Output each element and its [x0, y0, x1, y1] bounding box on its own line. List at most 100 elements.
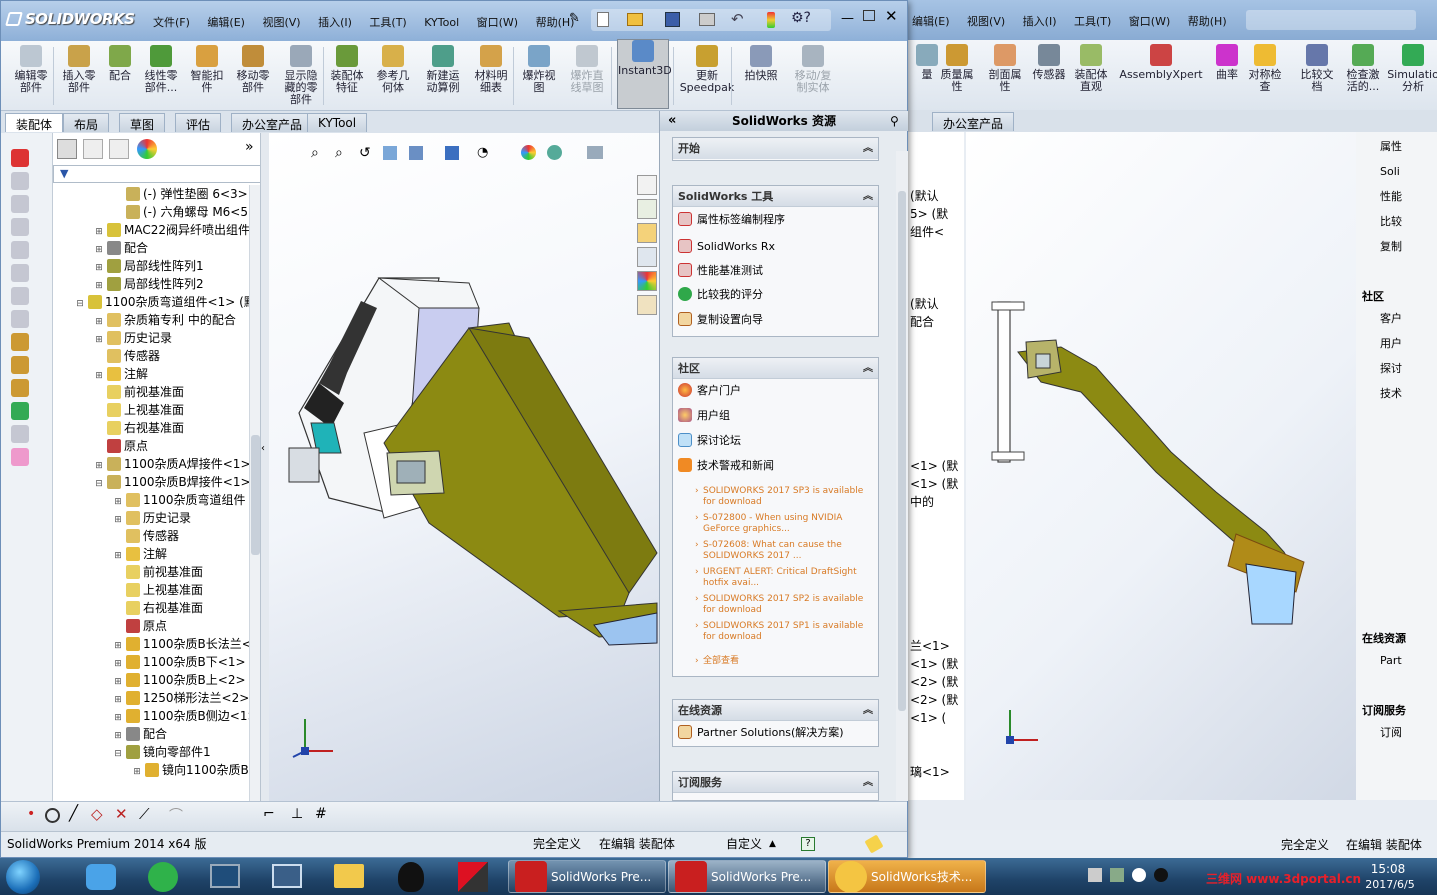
ribbon-button-3[interactable]: 线性零 部件...: [139, 45, 183, 107]
tree-node[interactable]: ⊞ 1100杂质B长法兰<1:: [113, 635, 260, 653]
tree-node[interactable]: ⊞ 注解: [113, 545, 167, 563]
tool-item-compare[interactable]: 比较我的评分: [678, 286, 763, 304]
view-tool-icon[interactable]: [11, 333, 29, 351]
back-tp-item[interactable]: 客户: [1380, 310, 1402, 328]
network-icon[interactable]: [1110, 868, 1124, 882]
view-tool-icon[interactable]: [11, 287, 29, 305]
view-tool-icon[interactable]: [11, 149, 29, 167]
back-tree-node[interactable]: 配合: [910, 313, 934, 331]
maximize-icon[interactable]: [863, 10, 875, 21]
section-start[interactable]: 开始 ︽: [672, 137, 879, 161]
tree-node[interactable]: 传感器: [113, 527, 179, 545]
new-document-icon[interactable]: [597, 12, 609, 27]
custom-properties-icon[interactable]: [637, 295, 657, 315]
back-tp-item[interactable]: 比较: [1380, 213, 1402, 231]
ribbon-button-11[interactable]: 爆炸视 图: [519, 45, 559, 107]
back-ribbon-button[interactable]: 曲率: [1206, 44, 1248, 106]
task-pane-scrollbar[interactable]: [896, 151, 908, 801]
tool-item-rx[interactable]: SolidWorks Rx: [678, 238, 775, 256]
back-ribbon-button[interactable]: AssemblyXpert: [1118, 44, 1204, 106]
tool-item-copy-settings[interactable]: 复制设置向导: [678, 311, 763, 329]
print-icon[interactable]: [699, 13, 715, 26]
view-tool-icon[interactable]: [11, 241, 29, 259]
tree-expand-toggle[interactable]: ⊟: [75, 295, 85, 313]
help-icon[interactable]: ?: [801, 837, 815, 851]
tree-node[interactable]: 原点: [94, 437, 148, 455]
view-tool-icon[interactable]: [11, 195, 29, 213]
collapse-pane-icon[interactable]: «: [668, 111, 676, 131]
news-link[interactable]: SOLIDWORKS 2017 SP3 is available for dow…: [695, 486, 875, 508]
tab-kytool[interactable]: KYTool: [307, 113, 368, 132]
point-icon[interactable]: •: [27, 806, 35, 822]
back-tree-node[interactable]: <1> (: [910, 709, 946, 727]
property-manager-tab-icon[interactable]: [83, 139, 103, 159]
news-link[interactable]: SOLIDWORKS 2017 SP1 is available for dow…: [695, 621, 875, 643]
polygon-icon[interactable]: ◇: [91, 805, 103, 823]
tree-filter-box[interactable]: ▼: [53, 165, 260, 183]
tree-node[interactable]: ⊞ 1100杂质B侧边<1> (: [113, 707, 260, 725]
tree-node[interactable]: 前视基准面: [113, 563, 203, 581]
tree-node[interactable]: ⊞ 局部线性阵列1: [94, 257, 204, 275]
back-ribbon-button[interactable]: 装配体 直观: [1070, 44, 1112, 106]
menu-file[interactable]: 文件(F): [153, 14, 190, 30]
tree-node[interactable]: 前视基准面: [94, 383, 184, 401]
back-ribbon-button[interactable]: 比较文 档: [1296, 44, 1338, 106]
back-ribbon-button[interactable]: 质量属 性: [936, 44, 978, 106]
back-menu-item[interactable]: 工具(T): [1074, 13, 1111, 29]
tree-node[interactable]: 上视基准面: [94, 401, 184, 419]
ribbon-button-13[interactable]: Instant3D: [617, 39, 672, 109]
back-tree-node[interactable]: <1> (默: [910, 457, 958, 475]
collapse-chevron-icon[interactable]: ︽: [863, 358, 873, 379]
view-tool-icon[interactable]: [11, 264, 29, 282]
tree-node[interactable]: ⊞ 镜向1100杂质B侧: [132, 761, 260, 781]
autocad-icon[interactable]: [458, 862, 488, 892]
browser-icon[interactable]: [148, 862, 178, 892]
tree-node[interactable]: ⊞ 杂质箱专利 中的配合: [94, 311, 236, 329]
task-pane-scroll-thumb[interactable]: [898, 191, 906, 711]
back-tp-item[interactable]: Soli: [1380, 163, 1400, 181]
collapse-chevron-icon[interactable]: ︽: [863, 186, 873, 207]
back-ribbon-button[interactable]: Simulatio 分析: [1384, 44, 1437, 106]
back-ribbon-button[interactable]: 检查激 活的...: [1342, 44, 1384, 106]
save-icon[interactable]: [665, 12, 680, 27]
tool-item-property-tab[interactable]: 属性标签编制程序: [678, 211, 785, 229]
collapse-chevron-icon[interactable]: ︽: [863, 700, 873, 721]
tree-expand-toggle[interactable]: ⊟: [113, 745, 123, 763]
tree-expand-toggle[interactable]: ⊞: [132, 763, 142, 781]
tree-node[interactable]: ⊞ 1250梯形法兰<2> (默: [113, 689, 260, 707]
pin-pane-icon[interactable]: ⚲: [890, 111, 899, 131]
menu-kytool[interactable]: KYTool: [424, 16, 459, 29]
status-units[interactable]: 自定义: [726, 832, 762, 856]
back-tp-item[interactable]: 复制: [1380, 238, 1402, 256]
news-link[interactable]: SOLIDWORKS 2017 SP2 is available for dow…: [695, 594, 875, 616]
trim-icon[interactable]: ✕: [115, 805, 128, 823]
back-tp-item[interactable]: 探讨: [1380, 360, 1402, 378]
back-menu-item[interactable]: 插入(I): [1023, 13, 1057, 29]
rebuild-icon[interactable]: [767, 12, 775, 28]
pin-icon[interactable]: ✎: [569, 11, 581, 26]
tab-assembly[interactable]: 装配体: [5, 113, 64, 132]
news-link[interactable]: S-072800 - When using NVIDIA GeForce gra…: [695, 513, 875, 535]
ribbon-button-12[interactable]: 爆炸直 线草图: [565, 45, 609, 107]
ribbon-button-0[interactable]: 编辑零 部件: [9, 45, 53, 107]
clock-date[interactable]: 2017/6/5: [1360, 878, 1420, 891]
tree-node[interactable]: ⊞ MAC22阀异纤喷出组件<: [94, 221, 260, 239]
tree-node[interactable]: ⊞ 历史记录: [113, 509, 191, 527]
view-all-link[interactable]: 全部查看: [695, 656, 875, 667]
minimize-icon[interactable]: —: [841, 11, 854, 26]
back-tree-node[interactable]: 璃<1>: [910, 763, 950, 781]
back-ribbon-button[interactable]: 剖面属 性: [984, 44, 1026, 106]
back-menu-item[interactable]: 窗口(W): [1129, 13, 1170, 29]
tree-node[interactable]: 上视基准面: [113, 581, 203, 599]
tree-expand-toggle[interactable]: ⊟: [94, 475, 104, 493]
close-icon[interactable]: ✕: [885, 7, 898, 25]
options-icon[interactable]: ⚙?: [791, 10, 811, 26]
tree-node[interactable]: ⊟ 1100杂质弯道组件<1> (默认: [75, 293, 260, 313]
units-arrow-icon[interactable]: ▲: [769, 832, 776, 856]
view-tool-icon[interactable]: [11, 310, 29, 328]
tree-node[interactable]: ⊟ 1100杂质B焊接件<1> (: [94, 473, 259, 491]
open-folder-icon[interactable]: [627, 13, 643, 26]
ribbon-button-8[interactable]: 参考几 何体: [373, 45, 413, 107]
tree-scroll-thumb[interactable]: [251, 435, 260, 555]
qq-tray-icon[interactable]: [1154, 868, 1168, 882]
